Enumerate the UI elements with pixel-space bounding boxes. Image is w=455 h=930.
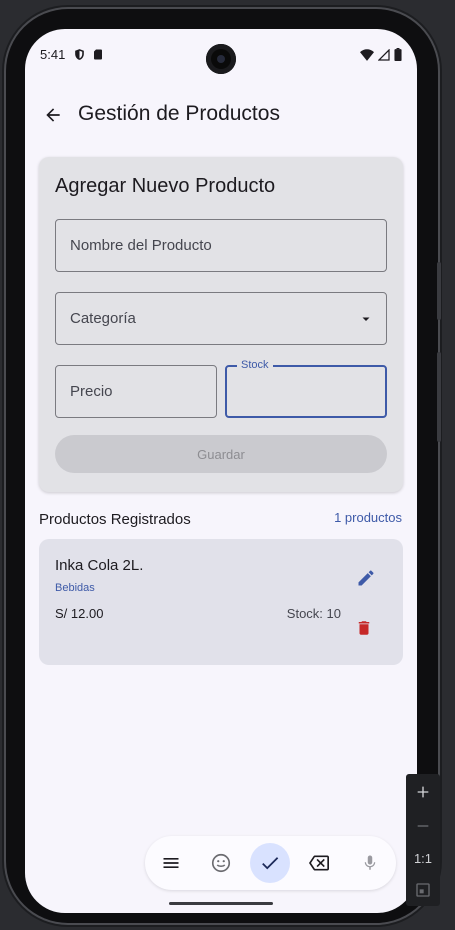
zoom-out-button[interactable]: [406, 814, 440, 838]
emoji-button[interactable]: [201, 843, 241, 883]
done-button[interactable]: [250, 843, 290, 883]
wifi-icon: [360, 48, 374, 61]
keyboard-toolbar: [145, 836, 396, 890]
plus-icon: [417, 786, 429, 798]
fit-screen-icon: [416, 883, 430, 897]
dropdown-arrow-icon: [362, 317, 370, 321]
microphone-icon: [364, 855, 376, 870]
product-card: Inka Cola 2L. Bebidas S/ 12.00 Stock: 10: [39, 539, 403, 665]
shield-icon: [75, 49, 84, 60]
status-time: 5:41: [40, 47, 66, 62]
menu-icon: [163, 858, 179, 868]
volume-button: [437, 262, 441, 320]
app-bar: Gestión de Productos: [25, 91, 417, 139]
add-product-form: Agregar Nuevo Producto Nombre del Produc…: [39, 157, 403, 492]
product-name-placeholder: Nombre del Producto: [70, 237, 212, 254]
home-indicator: [169, 902, 273, 905]
stock-field[interactable]: Stock: [225, 359, 387, 418]
battery-icon: [394, 48, 402, 61]
category-placeholder: Categoría: [70, 310, 136, 327]
minus-icon: [417, 825, 429, 827]
price-field[interactable]: Precio: [55, 365, 217, 418]
stock-label: Stock: [237, 359, 273, 371]
front-camera: [206, 44, 236, 74]
edit-button[interactable]: [353, 565, 379, 591]
category-dropdown[interactable]: Categoría: [55, 292, 387, 345]
signal-icon: [378, 48, 390, 61]
products-count: 1 productos: [334, 510, 402, 525]
emulator-zoom-panel: 1:1: [406, 774, 440, 906]
delete-button[interactable]: [351, 615, 377, 641]
form-title: Agregar Nuevo Producto: [55, 175, 276, 197]
product-price: S/ 12.00: [55, 606, 104, 621]
save-button[interactable]: Guardar: [55, 435, 387, 473]
device-screen: 5:41 Gestión de Productos Agregar Nuevo …: [25, 29, 417, 913]
product-category: Bebidas: [55, 582, 95, 594]
zoom-actual-size-button[interactable]: 1:1: [406, 846, 440, 870]
product-stock: Stock: 10: [286, 606, 341, 621]
trash-icon: [358, 621, 370, 635]
products-section-title: Productos Registrados: [39, 511, 191, 528]
backspace-icon: [309, 855, 329, 871]
keyboard-menu-button[interactable]: [151, 843, 191, 883]
product-name: Inka Cola 2L.: [55, 557, 144, 574]
back-button[interactable]: [39, 101, 67, 129]
emoji-icon: [211, 853, 231, 873]
edit-icon: [358, 570, 374, 586]
arrow-back-icon: [46, 108, 60, 122]
price-placeholder: Precio: [70, 383, 113, 400]
zoom-in-button[interactable]: [406, 780, 440, 804]
status-bar: 5:41: [25, 29, 417, 74]
sd-card-icon: [94, 49, 102, 60]
page-title: Gestión de Productos: [78, 102, 280, 125]
backspace-button[interactable]: [299, 843, 339, 883]
fit-screen-button[interactable]: [406, 878, 440, 902]
check-icon: [262, 857, 279, 870]
power-button: [437, 352, 441, 442]
voice-input-button[interactable]: [350, 843, 390, 883]
product-name-field[interactable]: Nombre del Producto: [55, 219, 387, 272]
